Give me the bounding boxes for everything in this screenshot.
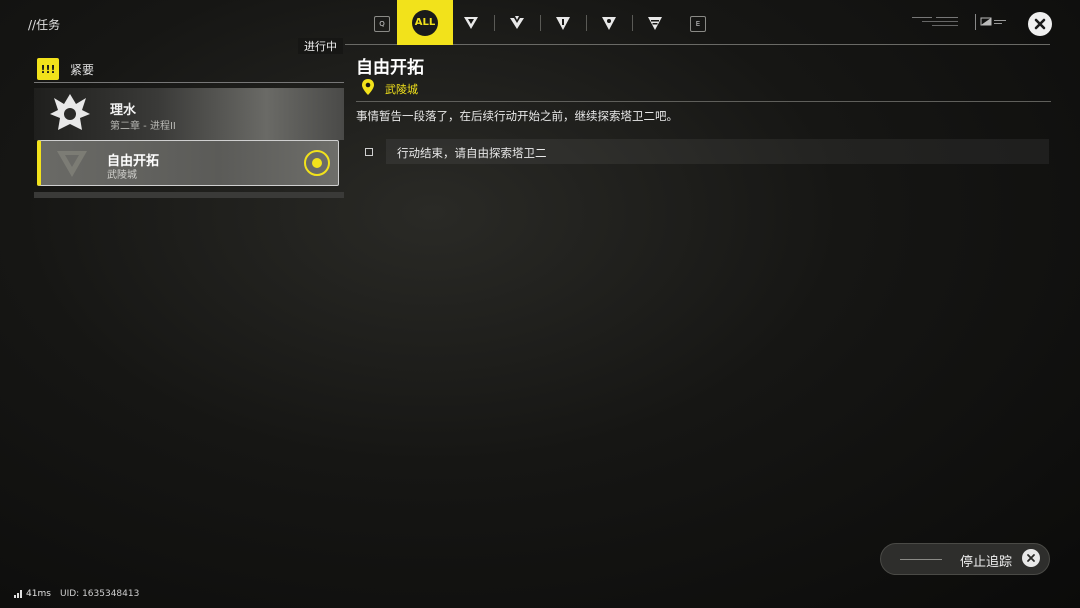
tab-category-3[interactable]	[553, 13, 573, 33]
quest-subtitle: 武陵城	[107, 170, 137, 181]
quest-item-lishui[interactable]	[34, 88, 344, 140]
close-button[interactable]	[1028, 12, 1052, 36]
detail-divider	[356, 101, 1051, 102]
tab-separator	[494, 15, 495, 31]
quest-item-free-explore[interactable]	[37, 140, 339, 186]
tab-separator	[540, 15, 541, 31]
tab-all[interactable]: ALL	[397, 0, 453, 45]
quest-subtitle: 第二章 - 进程II	[110, 121, 176, 132]
tab-category-1[interactable]	[461, 13, 481, 33]
triangle-star-icon	[602, 17, 616, 30]
page-title: //任务	[28, 18, 61, 32]
tracking-target-icon[interactable]	[304, 150, 330, 176]
signal-icon	[14, 590, 22, 598]
v-emblem-icon	[464, 17, 478, 29]
group-divider	[34, 82, 344, 83]
decorative-hud-lines	[912, 17, 958, 26]
in-progress-label: 进行中	[298, 38, 343, 54]
urgent-group-label: 紧要	[70, 63, 95, 77]
triangle-lines-icon	[648, 17, 662, 30]
dragon-emblem-icon	[50, 94, 90, 130]
urgent-icon: !!!	[37, 58, 59, 80]
arrow-emblem-icon	[510, 16, 524, 29]
triangle-bar-icon	[556, 17, 570, 30]
tab-separator	[586, 15, 587, 31]
list-bottom-bar	[34, 192, 344, 198]
tab-category-5[interactable]	[645, 13, 665, 33]
close-icon	[1034, 18, 1046, 30]
ping-value: 41ms	[26, 589, 51, 599]
decorative-hud-graphic	[975, 14, 1006, 30]
quest-title: 理水	[110, 103, 137, 118]
close-circle-icon	[1022, 549, 1040, 567]
location-name: 武陵城	[385, 83, 418, 96]
prev-tab-key-hint[interactable]: Q	[374, 16, 390, 32]
network-status: 41ms	[14, 589, 51, 599]
tab-separator	[632, 15, 633, 31]
uid-label: UID: 1635348413	[60, 589, 140, 599]
objective-text: 行动结束，请自由探索塔卫二	[397, 146, 547, 160]
v-emblem-watermark-icon	[57, 151, 87, 177]
detail-title: 自由开拓	[356, 58, 424, 78]
tab-all-label: ALL	[412, 9, 438, 36]
next-tab-key-hint[interactable]: E	[690, 16, 706, 32]
tab-category-2[interactable]	[507, 13, 527, 33]
location-pin-icon	[362, 79, 374, 95]
button-decor-line	[900, 559, 942, 560]
stop-tracking-label: 停止追踪	[960, 555, 1013, 570]
quest-description: 事情暂告一段落了，在后续行动开始之前，继续探索塔卫二吧。	[356, 109, 678, 123]
tab-category-4[interactable]	[599, 13, 619, 33]
objective-checkbox-icon	[365, 148, 373, 156]
